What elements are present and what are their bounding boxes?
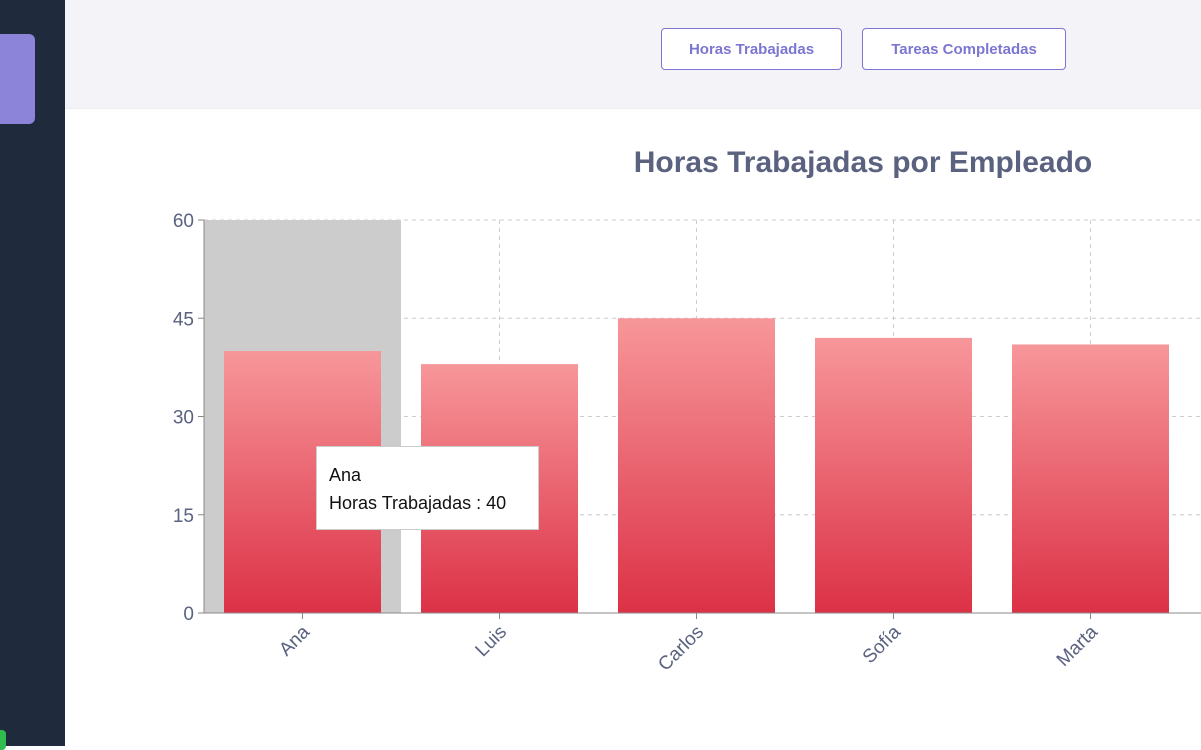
y-tick-label: 45 (173, 309, 194, 330)
x-tick-label: Ana (275, 621, 314, 660)
y-tick-label: 0 (183, 604, 194, 625)
bar-marta (1012, 344, 1169, 613)
bar-sofia (815, 337, 972, 613)
tooltip-category: Ana (329, 465, 362, 485)
bar-carlos (618, 318, 775, 613)
tooltip-value: Horas Trabajadas : 40 (329, 493, 507, 513)
x-tick-label: Carlos (654, 622, 708, 676)
y-tick-label: 15 (173, 506, 194, 527)
chart-tooltip: Ana Horas Trabajadas : 40 (316, 446, 539, 530)
bar-chart: 0 15 30 45 60 Ana Luis Carlos Sofía Marta (173, 211, 1201, 676)
x-tick-label: Sofía (859, 621, 906, 668)
x-tick-label: Marta (1053, 621, 1102, 670)
y-tick-label: 60 (173, 211, 194, 232)
x-tick-label: Luis (472, 622, 511, 661)
y-tick-label: 30 (173, 408, 194, 429)
